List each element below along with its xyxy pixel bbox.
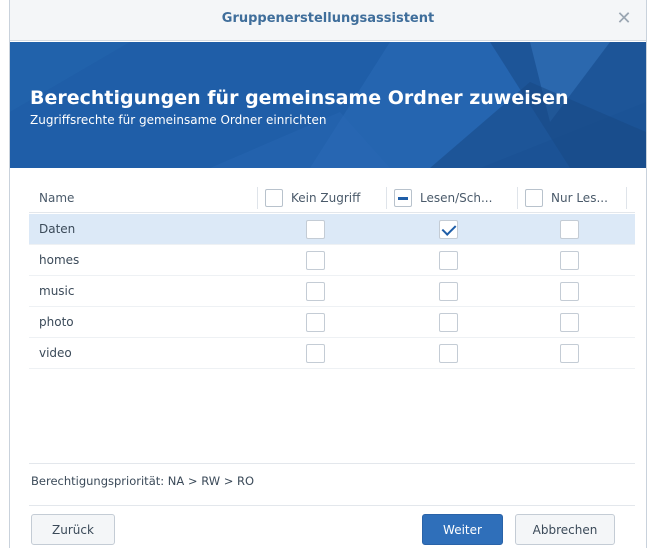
read-write-checkbox[interactable] xyxy=(439,344,458,363)
divider xyxy=(29,463,635,464)
table-row[interactable]: music xyxy=(29,276,635,307)
read-write-checkbox[interactable] xyxy=(439,251,458,270)
no-access-checkbox[interactable] xyxy=(306,313,325,332)
column-header-read-write[interactable]: Lesen/Sch... xyxy=(394,188,492,208)
banner-heading: Berechtigungen für gemeinsame Ordner zuw… xyxy=(30,87,569,109)
read-only-checkbox[interactable] xyxy=(560,313,579,332)
select-all-no-access-checkbox[interactable] xyxy=(265,189,283,207)
column-header-no-access-label: Kein Zugriff xyxy=(291,191,361,205)
folder-name: homes xyxy=(39,253,80,267)
column-header-read-write-label: Lesen/Sch... xyxy=(420,191,493,205)
read-only-checkbox[interactable] xyxy=(560,220,579,239)
folder-name: video xyxy=(39,346,72,360)
column-separator xyxy=(517,187,518,209)
table-row[interactable]: video xyxy=(29,338,635,369)
column-separator xyxy=(386,187,387,209)
no-access-checkbox[interactable] xyxy=(306,344,325,363)
wizard-banner: Berechtigungen für gemeinsame Ordner zuw… xyxy=(10,42,646,168)
column-separator xyxy=(257,187,258,209)
select-all-read-write-checkbox[interactable] xyxy=(394,189,412,207)
column-separator xyxy=(626,187,627,209)
table-row[interactable]: photo xyxy=(29,307,635,338)
dialog-titlebar: Gruppenerstellungsassistent ✕ xyxy=(10,0,646,41)
select-all-read-only-checkbox[interactable] xyxy=(525,189,543,207)
permissions-grid: Name Kein Zugriff Lesen/Sch... Nur Les..… xyxy=(29,183,635,463)
banner-subheading: Zugriffsrechte für gemeinsame Ordner ein… xyxy=(30,113,327,127)
no-access-checkbox[interactable] xyxy=(306,220,325,239)
next-button[interactable]: Weiter xyxy=(422,514,503,545)
read-only-checkbox[interactable] xyxy=(560,344,579,363)
folder-name: photo xyxy=(39,315,74,329)
column-header-name[interactable]: Name xyxy=(39,191,74,205)
grid-header: Name Kein Zugriff Lesen/Sch... Nur Les..… xyxy=(29,183,635,213)
permission-priority-text: Berechtigungspriorität: NA > RW > RO xyxy=(31,474,255,488)
table-row[interactable]: homes xyxy=(29,245,635,276)
column-header-read-only[interactable]: Nur Les... xyxy=(525,188,608,208)
read-only-checkbox[interactable] xyxy=(560,251,579,270)
read-only-checkbox[interactable] xyxy=(560,282,579,301)
back-button[interactable]: Zurück xyxy=(31,514,115,545)
no-access-checkbox[interactable] xyxy=(306,251,325,270)
read-write-checkbox[interactable] xyxy=(439,313,458,332)
read-write-checkbox[interactable] xyxy=(439,220,458,239)
read-write-checkbox[interactable] xyxy=(439,282,458,301)
divider xyxy=(29,505,635,506)
dialog-title: Gruppenerstellungsassistent xyxy=(221,11,435,26)
column-header-read-only-label: Nur Les... xyxy=(551,191,608,205)
table-row[interactable]: Daten xyxy=(29,214,635,245)
folder-name: Daten xyxy=(39,222,76,236)
group-creation-wizard-dialog: Gruppenerstellungsassistent ✕ Berechtigu… xyxy=(9,0,647,548)
no-access-checkbox[interactable] xyxy=(306,282,325,301)
folder-name: music xyxy=(39,284,75,298)
column-header-no-access[interactable]: Kein Zugriff xyxy=(265,188,360,208)
cancel-button[interactable]: Abbrechen xyxy=(515,514,615,545)
close-icon[interactable]: ✕ xyxy=(614,8,634,29)
